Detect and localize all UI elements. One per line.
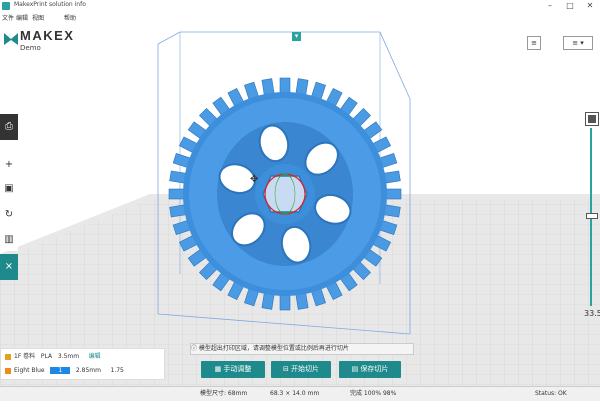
print-tool-icon[interactable]: ⎙ — [0, 114, 18, 140]
logo-text: MAKEX — [20, 28, 75, 43]
filament-color-swatch — [5, 353, 11, 360]
scale-tool-icon[interactable]: ▣ — [0, 178, 18, 200]
title-bar: MakexPrint solution info – □ ✕ — [0, 0, 600, 12]
layer-view-toggle-fill — [588, 115, 596, 123]
filament-color-swatch — [5, 367, 11, 374]
minimize-icon[interactable]: – — [540, 0, 560, 12]
3d-viewport[interactable]: ✥ — [0, 24, 600, 386]
close-icon[interactable]: ✕ — [580, 0, 600, 12]
move-cursor-icon: ✥ — [250, 174, 258, 185]
support-tool-icon[interactable]: ▥ — [0, 229, 18, 251]
layer-slider-handle[interactable] — [586, 213, 598, 219]
hint-bar: ⓘ 模型超出打印区域，请调整模型位置或比例后再进行切片 — [190, 343, 414, 355]
manual-adjust-label: 手动调整 — [223, 365, 252, 373]
logo-icon — [4, 33, 18, 47]
slice-button[interactable]: ⊟ 开始切片 — [271, 361, 331, 378]
save-slice-button[interactable]: ▤ 保存切片 — [339, 361, 401, 378]
filament-size: 1.75 — [110, 367, 124, 374]
filament-row[interactable]: Eight Blue 1 2.85mm 1.75 — [5, 365, 124, 377]
gear-model — [168, 77, 402, 311]
menu-bar: 文件 编辑 视图 帮助 — [0, 12, 600, 24]
filament-diameter: 3.5mm — [57, 353, 80, 360]
add-model-icon[interactable]: + — [0, 154, 18, 176]
status-state: Status: OK — [535, 390, 567, 397]
view-mode-dropdown[interactable]: ≡ ▾ — [563, 36, 593, 50]
menu-file[interactable]: 文件 — [2, 13, 14, 22]
layout-button[interactable]: ≡ — [527, 36, 541, 50]
filament-name: 1F 卷料 — [14, 353, 36, 360]
window-title: MakexPrint solution info — [14, 1, 86, 8]
rotate-tool-icon[interactable]: ↻ — [0, 204, 18, 226]
app-icon — [2, 2, 10, 10]
save-slice-label: 保存切片 — [360, 365, 389, 373]
manual-adjust-button[interactable]: ▦ 手动调整 — [201, 361, 265, 378]
viewport-scene: ✥ — [0, 31, 600, 386]
filament-extruder-badge: 1 — [50, 367, 71, 374]
view-dropdown-button[interactable]: ▾ — [292, 32, 301, 41]
slice-icon: ⊟ — [282, 365, 292, 373]
mirror-tool-icon[interactable]: ⨯ — [0, 254, 18, 280]
filament-edit-link[interactable]: 编辑 — [89, 353, 101, 360]
status-bar: 模型尺寸: 68mm 68.3 × 14.0 mm 完成 100% 98% St… — [0, 386, 600, 401]
logo-subtitle: Demo — [20, 44, 41, 52]
status-progress: 完成 100% 98% — [350, 390, 397, 397]
filament-diameter: 2.85mm — [75, 367, 101, 374]
status-dimensions: 68.3 × 14.0 mm — [270, 390, 320, 397]
layer-height-value: 33.5 — [584, 309, 600, 318]
filament-material: PLA — [40, 353, 53, 360]
filament-name: Eight Blue — [14, 367, 45, 374]
filament-panel: 1F 卷料 PLA 3.5mm 编辑 Eight Blue 1 2.85mm 1… — [0, 348, 165, 380]
menu-edit[interactable]: 编辑 — [16, 13, 28, 22]
hint-text: 模型超出打印区域，请调整模型位置或比例后再进行切片 — [198, 345, 349, 352]
filament-row[interactable]: 1F 卷料 PLA 3.5mm 编辑 — [5, 351, 101, 363]
slice-label: 开始切片 — [291, 365, 320, 373]
maximize-icon[interactable]: □ — [560, 0, 580, 12]
info-icon: ⓘ — [191, 345, 199, 352]
menu-help[interactable]: 帮助 — [64, 13, 76, 22]
status-model-size: 模型尺寸: 68mm — [200, 390, 248, 397]
menu-view[interactable]: 视图 — [32, 13, 44, 22]
